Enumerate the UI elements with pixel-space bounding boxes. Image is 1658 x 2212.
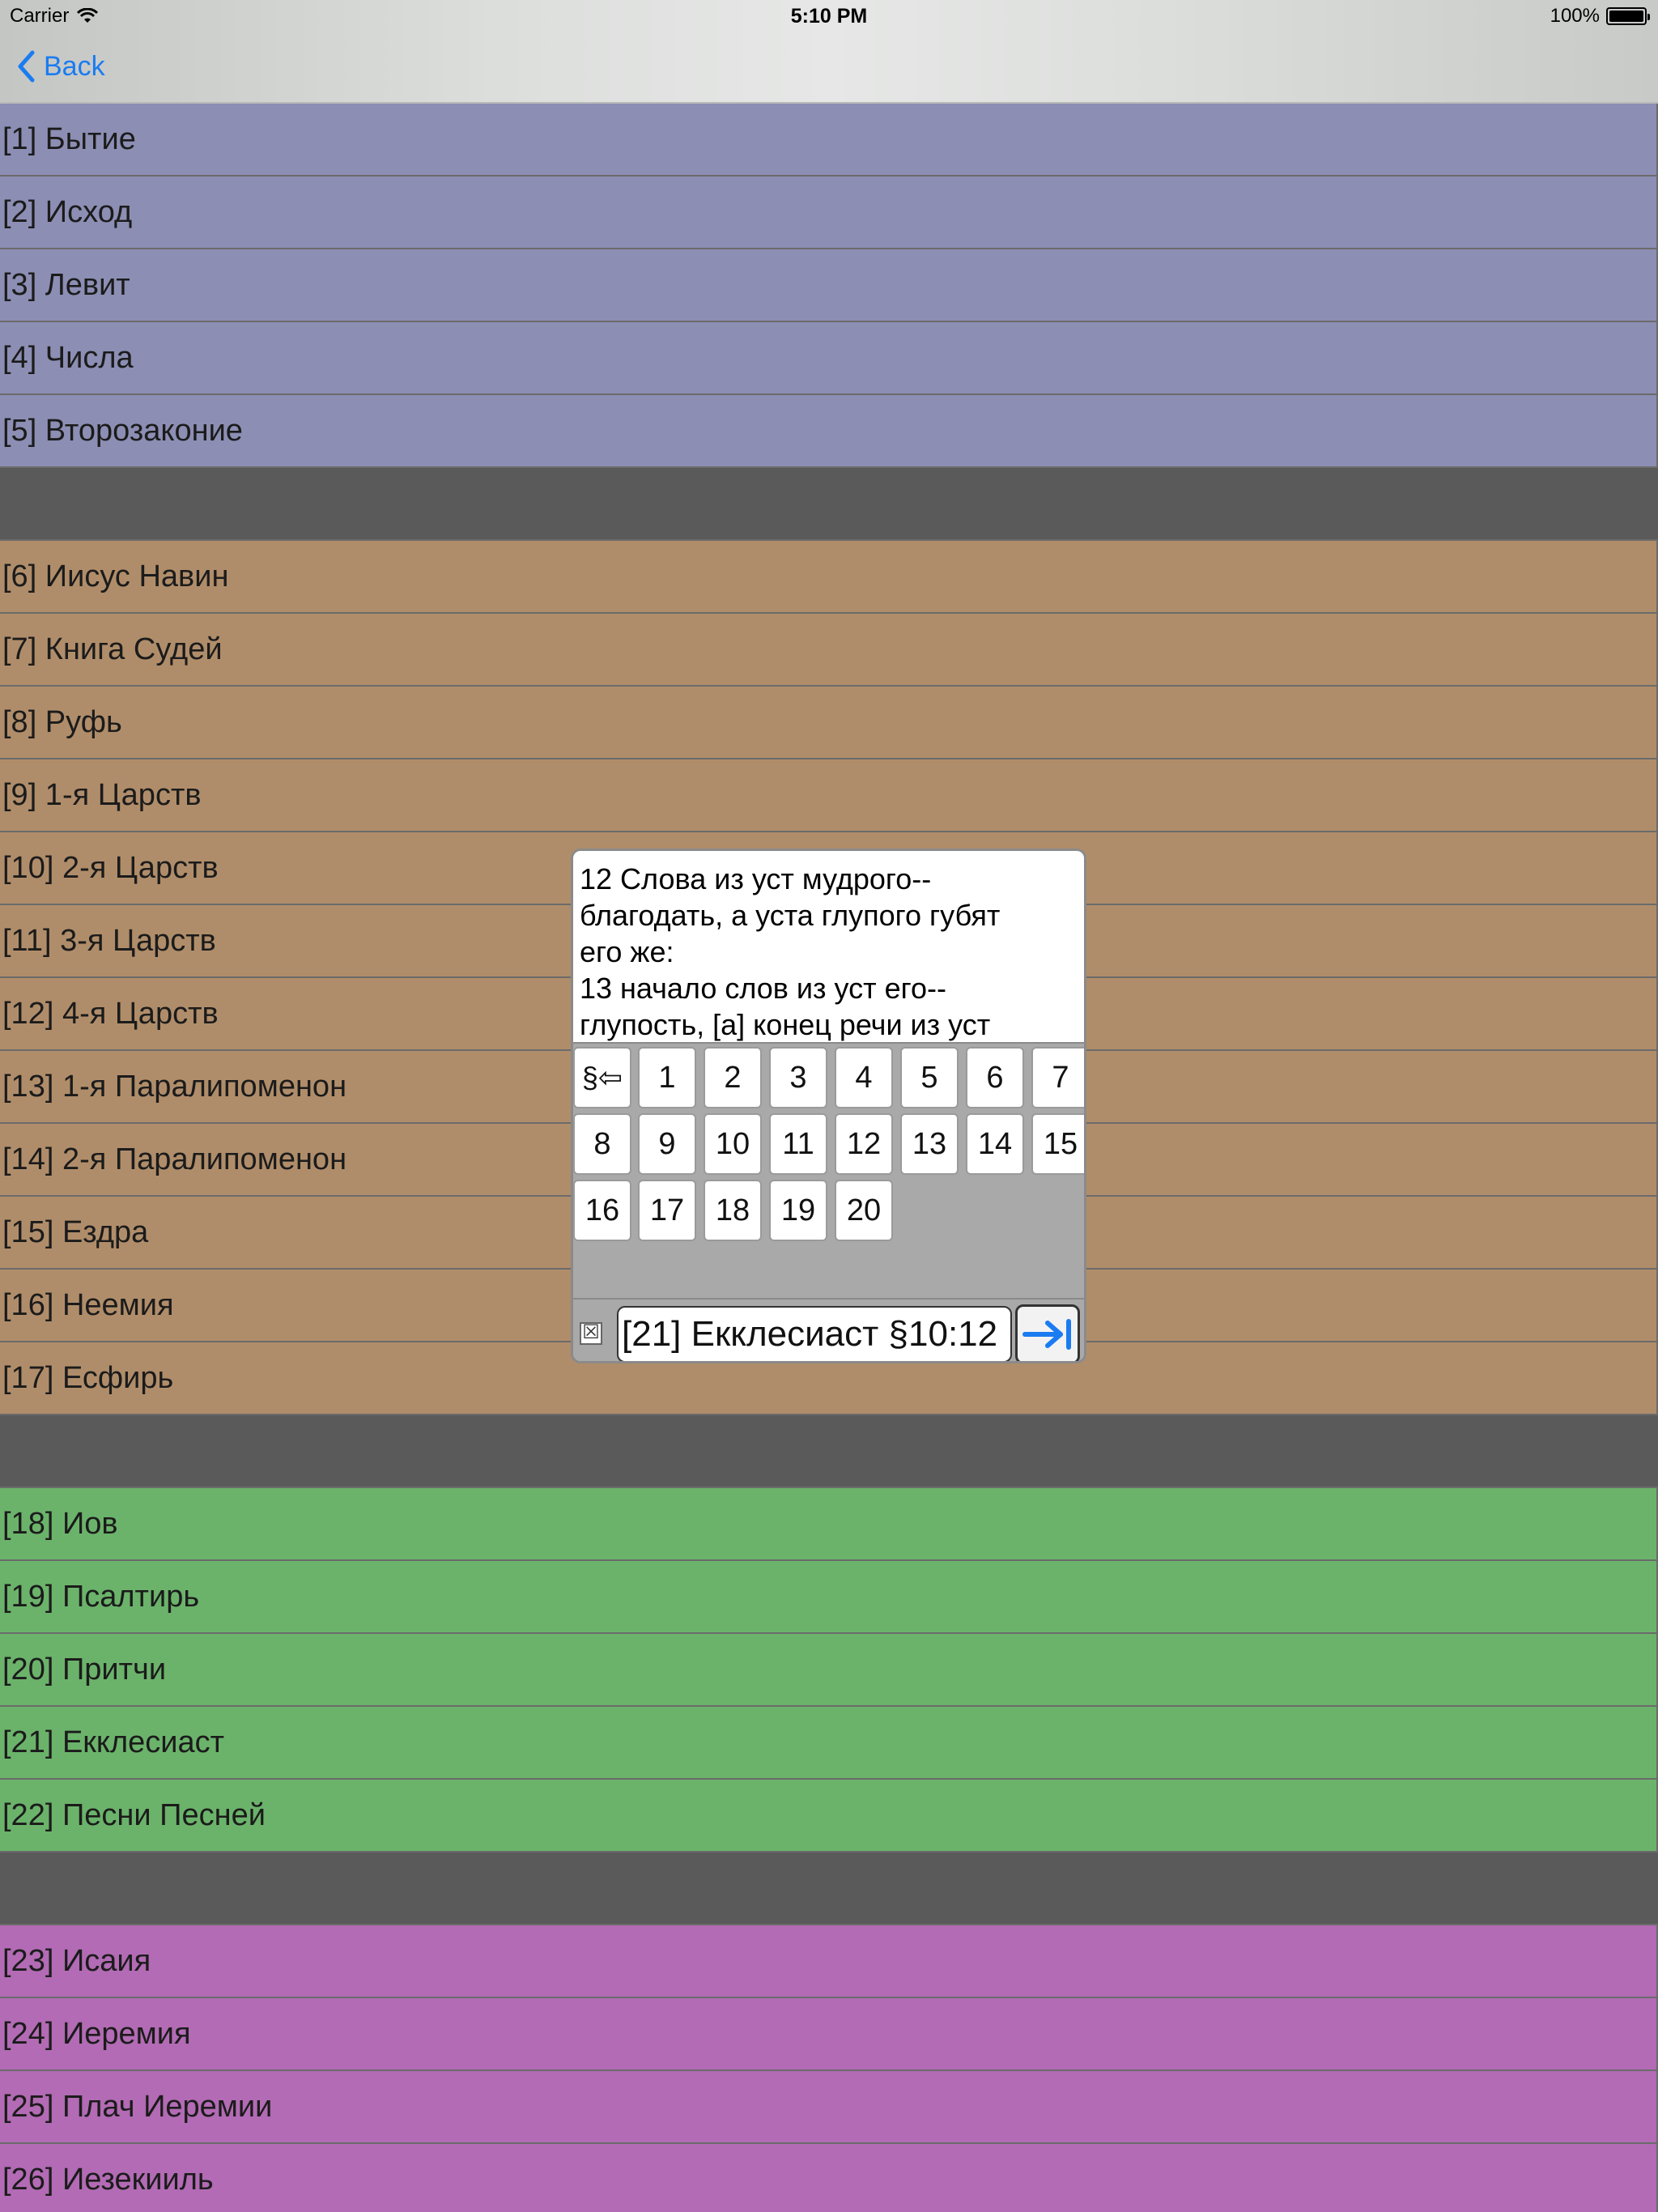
- verse-key[interactable]: 6: [966, 1047, 1024, 1108]
- book-row[interactable]: [3] Левит: [0, 249, 1658, 322]
- book-row[interactable]: [8] Руфь: [0, 687, 1658, 759]
- book-row[interactable]: [24] Иеремия: [0, 1998, 1658, 2071]
- book-row[interactable]: [5] Второзаконие: [0, 395, 1658, 468]
- verse-preview-text[interactable]: 12 Слова из уст мудрого-- благодать, а у…: [573, 851, 1084, 1044]
- reference-input[interactable]: [21] Екклесиаст §10:12: [617, 1306, 1012, 1361]
- verse-key[interactable]: 3: [769, 1047, 827, 1108]
- verse-key[interactable]: 1: [638, 1047, 696, 1108]
- book-row[interactable]: [21] Екклесиаст: [0, 1707, 1658, 1780]
- reference-bar: ☒ [21] Екклесиаст §10:12: [573, 1298, 1084, 1361]
- go-button[interactable]: [1015, 1304, 1080, 1361]
- verse-key[interactable]: 16: [573, 1180, 631, 1241]
- verse-key[interactable]: 7: [1031, 1047, 1084, 1108]
- verse-key[interactable]: 13: [900, 1113, 959, 1175]
- verse-key[interactable]: 5: [900, 1047, 959, 1108]
- book-row[interactable]: [23] Исаия: [0, 1925, 1658, 1998]
- verse-key[interactable]: 10: [704, 1113, 762, 1175]
- book-row[interactable]: [26] Иезекииль: [0, 2144, 1658, 2212]
- verse-key[interactable]: 19: [769, 1180, 827, 1241]
- verse-key[interactable]: 17: [638, 1180, 696, 1241]
- verse-key[interactable]: 11: [769, 1113, 827, 1175]
- section-separator: [0, 1415, 1658, 1488]
- section-separator: [0, 468, 1658, 541]
- back-label: Back: [44, 50, 105, 82]
- book-row[interactable]: [19] Псалтирь: [0, 1561, 1658, 1634]
- book-row[interactable]: [9] 1-я Царств: [0, 759, 1658, 832]
- book-row[interactable]: [7] Книга Судей: [0, 614, 1658, 687]
- book-row[interactable]: [1] Бытие: [0, 104, 1658, 177]
- book-row[interactable]: [25] Плач Иеремии: [0, 2071, 1658, 2144]
- battery-level-fill: [1609, 11, 1643, 22]
- verse-key[interactable]: 18: [704, 1180, 762, 1241]
- battery-icon: [1606, 7, 1650, 25]
- back-button[interactable]: Back: [16, 50, 105, 83]
- status-time: 5:10 PM: [790, 5, 868, 28]
- book-row[interactable]: [2] Исход: [0, 177, 1658, 249]
- clear-icon[interactable]: ☒: [580, 1322, 602, 1345]
- verse-key[interactable]: 20: [835, 1180, 893, 1241]
- book-row[interactable]: [4] Числа: [0, 322, 1658, 395]
- verse-key[interactable]: 8: [573, 1113, 631, 1175]
- section-separator: [0, 1853, 1658, 1925]
- arrow-to-bar-icon: [1022, 1319, 1071, 1350]
- verse-key[interactable]: 15: [1031, 1113, 1084, 1175]
- section-back-key[interactable]: §⇦: [573, 1047, 631, 1108]
- status-battery-area: 100%: [1550, 5, 1650, 28]
- chevron-left-icon: [18, 50, 35, 83]
- battery-percent: 100%: [1550, 5, 1600, 27]
- verse-key[interactable]: 14: [966, 1113, 1024, 1175]
- book-row[interactable]: [6] Иисус Навин: [0, 541, 1658, 614]
- verse-key[interactable]: 4: [835, 1047, 893, 1108]
- verse-picker-popup: 12 Слова из уст мудрого-- благодать, а у…: [571, 849, 1086, 1363]
- book-row[interactable]: [22] Песни Песней: [0, 1780, 1658, 1853]
- book-row[interactable]: [20] Притчи: [0, 1634, 1658, 1707]
- book-row[interactable]: [18] Иов: [0, 1488, 1658, 1561]
- verse-key[interactable]: 2: [704, 1047, 762, 1108]
- navigation-bar: Carrier 5:10 PM 100% Back: [0, 0, 1658, 104]
- verse-key[interactable]: 12: [835, 1113, 893, 1175]
- verse-key[interactable]: 9: [638, 1113, 696, 1175]
